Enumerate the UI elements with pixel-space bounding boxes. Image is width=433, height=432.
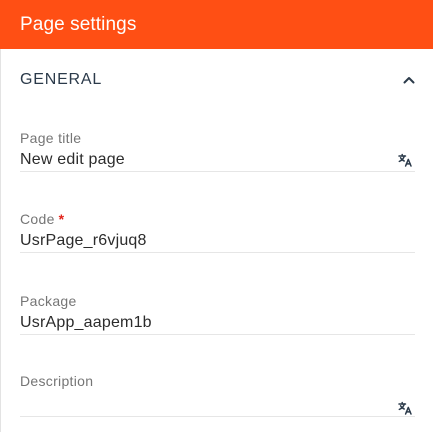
package-input[interactable] <box>20 311 415 334</box>
code-field: Code * <box>20 211 415 253</box>
panel-title: Page settings <box>20 13 137 35</box>
page-title-row <box>20 148 415 172</box>
code-label: Code * <box>20 211 415 227</box>
page-title-label: Page title <box>20 130 415 146</box>
code-row <box>20 229 415 253</box>
description-row <box>20 391 415 417</box>
panel-header: Page settings <box>0 0 433 49</box>
general-section-header[interactable]: GENERAL <box>20 64 417 96</box>
translate-icon[interactable] <box>397 152 413 168</box>
package-label: Package <box>20 293 415 309</box>
translate-icon[interactable] <box>397 400 413 416</box>
page-title-input[interactable] <box>20 148 391 171</box>
package-label-text: Package <box>20 293 77 309</box>
code-label-text: Code <box>20 211 55 227</box>
chevron-up-icon[interactable] <box>401 72 417 88</box>
description-field: Description <box>20 373 415 417</box>
left-divider <box>0 49 1 432</box>
page-title-label-text: Page title <box>20 130 82 146</box>
code-input[interactable] <box>20 229 415 252</box>
package-field: Package <box>20 293 415 335</box>
description-label-text: Description <box>20 373 94 389</box>
package-row <box>20 311 415 335</box>
required-indicator: * <box>58 211 65 227</box>
description-label: Description <box>20 373 415 389</box>
section-title: GENERAL <box>20 71 103 88</box>
page-title-field: Page title <box>20 130 415 172</box>
description-input[interactable] <box>20 392 391 415</box>
page-settings-panel: Page settings GENERAL Page title New edi… <box>0 0 433 432</box>
